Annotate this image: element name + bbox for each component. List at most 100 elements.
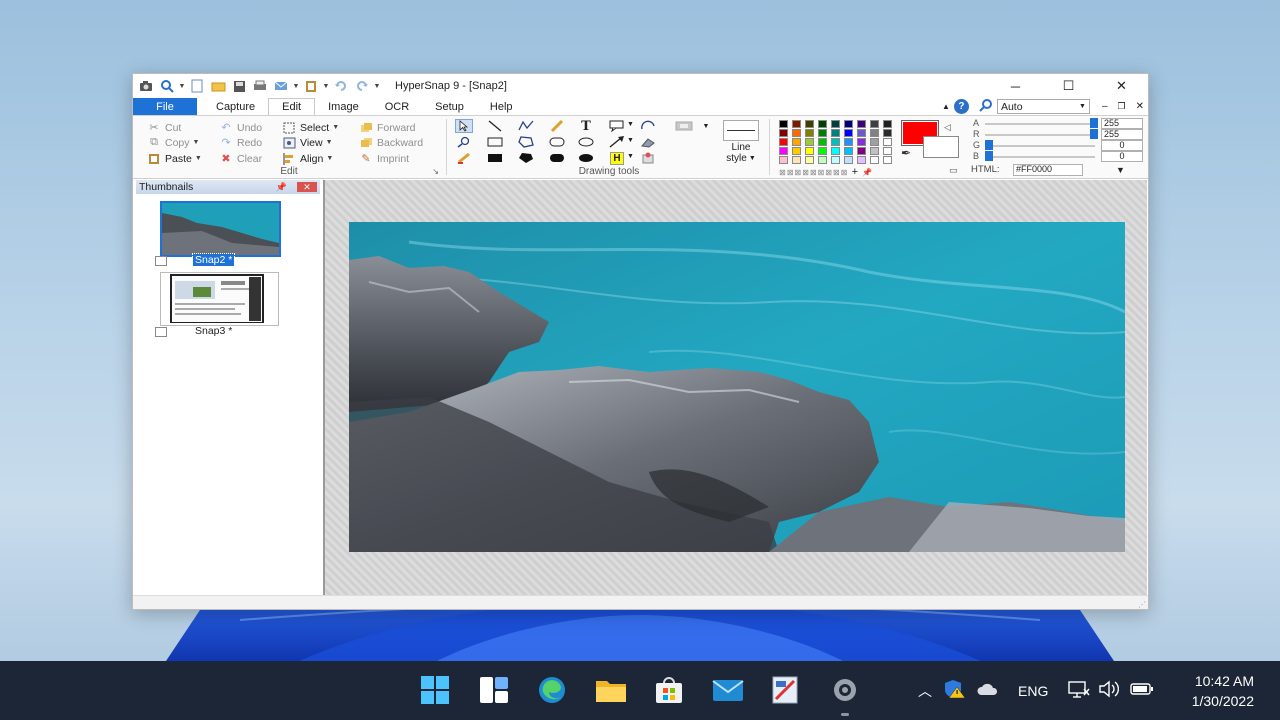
view-button[interactable]: View ▼ [282,135,333,150]
arrow-tool-icon[interactable] [608,135,626,149]
palette-swatch[interactable] [792,156,801,164]
g-value-field[interactable]: 0 [1101,140,1143,151]
chevron-down-icon[interactable]: ▼ [627,137,634,144]
mail-icon[interactable] [711,673,745,707]
tab-file[interactable]: File [133,98,197,115]
mdi-restore-button[interactable]: ❐ [1118,101,1126,112]
text-tool-icon[interactable]: T [577,119,595,134]
g-slider[interactable] [985,145,1095,147]
align-button[interactable]: Align ▼ [282,151,333,166]
redo-icon[interactable] [352,76,372,96]
thumbnail-checkbox[interactable] [155,327,167,337]
store-icon[interactable] [652,673,686,707]
collapse-ribbon-icon[interactable]: ▲ [942,102,950,111]
swap-color-icon[interactable]: ◁ [944,122,951,133]
resize-grip-icon[interactable]: ⋰ [1138,600,1146,609]
palette-swatch[interactable] [831,129,840,137]
camera-icon[interactable] [136,76,156,96]
customize-qat-icon[interactable]: ▼ [373,76,381,96]
palette-swatch[interactable] [883,138,892,146]
palette-swatch[interactable] [792,120,801,128]
filled-rect-tool-icon[interactable] [486,151,504,165]
file-explorer-icon[interactable] [594,673,628,707]
a-slider[interactable] [985,123,1095,125]
rounded-rect-tool-icon[interactable] [548,135,566,149]
settings-icon[interactable] [828,673,862,707]
save-icon[interactable] [229,76,249,96]
line-style-button[interactable]: Line style ▼ [719,120,763,164]
email-icon[interactable] [271,76,291,96]
palette-swatch[interactable] [857,138,866,146]
palette-swatch[interactable] [883,156,892,164]
chevron-down-icon[interactable]: ▼ [178,76,186,96]
mdi-minimize-button[interactable]: – [1102,101,1108,112]
pencil-tool-icon[interactable] [548,119,566,133]
tab-setup[interactable]: Setup [422,98,477,115]
palette-swatch[interactable] [779,147,788,155]
filled-polygon-tool-icon[interactable] [517,151,535,165]
pin-icon[interactable]: 📌 [276,182,287,193]
r-slider[interactable] [985,134,1095,136]
a-slider-thumb[interactable] [1090,118,1098,128]
a-value-field[interactable]: 255 [1101,118,1143,129]
dialog-launcher-icon[interactable]: ↘ [432,167,439,176]
copy-button[interactable]: ⧉ Copy ▼ [147,135,199,150]
maximize-button[interactable]: ☐ [1042,74,1095,98]
clear-button[interactable]: ✖ Clear [219,151,262,166]
palette-swatch[interactable] [844,147,853,155]
line-tool-icon[interactable] [486,119,504,133]
eyedropper-icon[interactable]: ✒ [901,146,911,160]
palette-swatch[interactable] [805,147,814,155]
palette-swatch[interactable] [831,156,840,164]
palette-swatch[interactable] [831,120,840,128]
thumbnail-checkbox[interactable] [155,256,167,266]
palette-swatch[interactable] [883,120,892,128]
palette-swatch[interactable] [779,138,788,146]
palette-swatch[interactable] [870,120,879,128]
html-color-field[interactable]: #FF0000 [1013,164,1083,176]
palette-swatch[interactable] [818,138,827,146]
fill-style-icon[interactable]: ▼ [670,119,710,133]
clock[interactable]: 10:42 AM 1/30/2022 [1192,671,1254,711]
palette-swatch[interactable] [844,129,853,137]
stamp-tool-icon[interactable] [639,135,657,149]
palette-swatch[interactable] [883,129,892,137]
chevron-down-icon[interactable]: ▼ [322,76,330,96]
palette-swatch[interactable] [857,129,866,137]
eraser-tool-icon[interactable] [455,151,473,165]
callout-tool-icon[interactable] [608,119,626,133]
image-workspace[interactable] [325,180,1147,596]
palette-swatch[interactable] [792,138,801,146]
thumbnail-label[interactable]: Snap2 * [191,253,236,267]
palette-swatch[interactable] [857,120,866,128]
zoom-icon[interactable] [157,76,177,96]
thumbnail-snap2[interactable] [160,201,281,257]
backward-button[interactable]: Backward [359,135,423,150]
palette-swatch[interactable] [792,129,801,137]
undo-button[interactable]: ↶ Undo [219,120,262,135]
watermark-tool-icon[interactable] [639,151,657,165]
tab-edit[interactable]: Edit [268,98,316,115]
magnifier-tool-icon[interactable] [455,135,473,149]
r-value-field[interactable]: 255 [1101,129,1143,140]
palette-swatch[interactable] [818,156,827,164]
screen-picker-icon[interactable]: ▭ [949,165,958,176]
tab-image[interactable]: Image [315,98,372,115]
palette-swatch[interactable] [857,156,866,164]
imprint-button[interactable]: ✎ Imprint [359,151,409,166]
close-panel-button[interactable]: ✕ [297,182,317,192]
palette-swatch[interactable] [831,147,840,155]
palette-swatch[interactable] [870,129,879,137]
language-indicator[interactable]: ENG [1018,683,1048,699]
filled-ellipse-tool-icon[interactable] [577,151,595,165]
widgets-icon[interactable] [477,673,511,707]
onedrive-icon[interactable] [976,682,998,699]
select-button[interactable]: Select ▼ [282,120,339,135]
tab-capture[interactable]: Capture [203,98,268,115]
pointer-tool-icon[interactable] [455,119,473,133]
help-icon[interactable]: ? [953,99,969,114]
palette-swatch[interactable] [805,138,814,146]
print-icon[interactable] [250,76,270,96]
thumbnail-snap3[interactable] [160,272,279,326]
thumbnail-label[interactable]: Snap3 * [193,325,234,337]
